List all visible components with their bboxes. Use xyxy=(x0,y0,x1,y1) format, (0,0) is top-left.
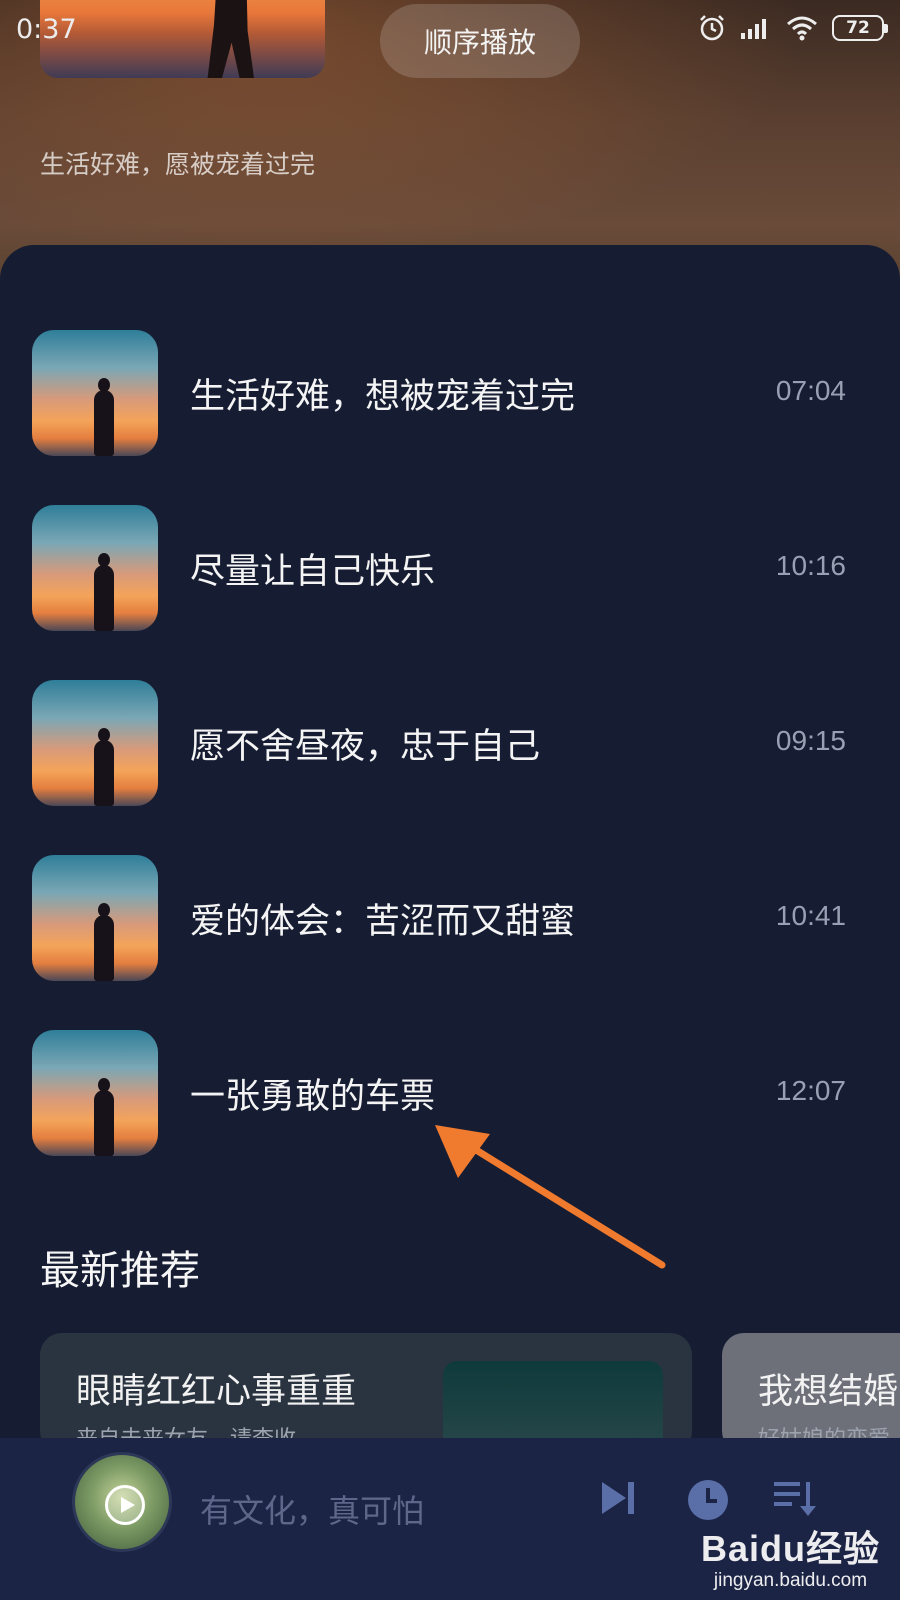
track-row[interactable]: 生活好难，想被宠着过完 07:04 xyxy=(0,330,900,456)
track-duration: 10:41 xyxy=(775,900,846,931)
track-title: 一张勇敢的车票 xyxy=(190,1077,436,1117)
track-row[interactable]: 愿不舍昼夜，忠于自己 09:15 xyxy=(0,680,900,806)
track-title: 愿不舍昼夜，忠于自己 xyxy=(190,727,541,767)
track-title: 爱的体会：苦涩而又甜蜜 xyxy=(190,902,576,942)
track-thumbnail xyxy=(32,855,158,981)
alarm-icon xyxy=(698,14,726,42)
track-thumbnail xyxy=(32,1030,158,1156)
album-art-disc[interactable] xyxy=(72,1452,172,1552)
status-icons: 72 xyxy=(698,14,888,42)
track-duration: 09:15 xyxy=(775,725,846,756)
watermark-logo: Baidu经验 xyxy=(700,1528,880,1569)
annotation-arrow xyxy=(435,1125,666,1269)
play-order-button[interactable]: 顺序播放 xyxy=(380,4,580,78)
battery-level: 72 xyxy=(846,18,870,38)
track-duration: 10:16 xyxy=(775,550,846,581)
next-icon[interactable] xyxy=(598,1478,638,1522)
header-cover-image xyxy=(40,0,325,78)
battery-icon: 72 xyxy=(832,15,888,41)
wifi-icon xyxy=(786,15,818,41)
track-row[interactable]: 爱的体会：苦涩而又甜蜜 10:41 xyxy=(0,855,900,981)
recommend-card[interactable]: 眼睛红红心事重重 来自未来女友，请查收 xyxy=(40,1333,692,1453)
baidu-watermark: Baidu经验 jingyan.baidu.com xyxy=(701,1520,880,1592)
play-icon[interactable] xyxy=(105,1485,145,1525)
track-thumbnail xyxy=(32,680,158,806)
track-thumbnail xyxy=(32,505,158,631)
track-duration: 12:07 xyxy=(775,1075,846,1106)
track-thumbnail xyxy=(32,330,158,456)
track-row[interactable]: 尽量让自己快乐 10:16 xyxy=(0,505,900,631)
track-title: 尽量让自己快乐 xyxy=(190,552,436,592)
now-playing-title[interactable]: 有文化，真可怕 xyxy=(200,1486,424,1532)
status-time: 0:37 xyxy=(16,14,77,45)
track-duration: 07:04 xyxy=(775,375,846,406)
playlist-icon[interactable] xyxy=(772,1478,818,1522)
watermark-url: jingyan.baidu.com xyxy=(713,1570,868,1591)
header-subtitle: 生活好难，愿被宠着过完 xyxy=(40,150,316,179)
recommend-card-title: 眼睛红红心事重重 xyxy=(76,1372,357,1412)
recommend-card-title: 我想结婚 xyxy=(758,1372,899,1412)
timer-icon[interactable] xyxy=(686,1478,730,1526)
section-title-recommend: 最新推荐 xyxy=(40,1248,200,1294)
signal-icon xyxy=(740,16,772,40)
track-title: 生活好难，想被宠着过完 xyxy=(190,377,576,417)
recommend-card[interactable]: 我想结婚 好姑娘的恋爱 xyxy=(722,1333,900,1453)
